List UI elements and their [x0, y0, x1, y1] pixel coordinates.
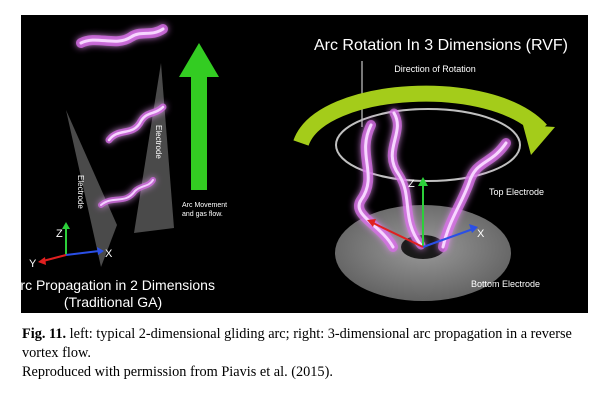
caption-text: Fig. 11. left: typical 2-dimensional gli… [22, 325, 597, 363]
svg-text:Electrode: Electrode [76, 175, 85, 209]
electrode-label-left: Electrode [76, 175, 85, 209]
electrode-label-right: Electrode [154, 125, 163, 159]
left-axis-y: Y [29, 258, 37, 270]
arc-flow-arrow [179, 43, 219, 190]
left-title-line1: Arc Propagation in 2 Dimensions [21, 277, 215, 293]
top-electrode-label: Top Electrode [489, 187, 544, 197]
right-axis-z: Z [408, 178, 415, 190]
left-axis-x: X [105, 248, 113, 260]
right-title: Arc Rotation In 3 Dimensions (RVF) [314, 37, 568, 54]
rotation-arrow [293, 85, 547, 147]
right-electrode [134, 63, 174, 233]
caption-credit: Reproduced with permission from Piavis e… [22, 364, 333, 380]
arc-note-line2: and gas flow. [182, 211, 223, 218]
right-axis-x: X [477, 228, 485, 240]
caption-label: Fig. 11. [22, 326, 67, 342]
arc-note-line1: Arc Movement [182, 202, 227, 209]
bottom-electrode-label: Bottom Electrode [471, 279, 540, 289]
left-axis-z: Z [56, 228, 63, 240]
caption-body: left: typical 2-dimensional gliding arc;… [22, 326, 572, 361]
figure-image: Electrode Electrode Arc Movement and gas… [21, 15, 588, 313]
rotation-label: Direction of Rotation [394, 64, 476, 74]
left-electrode [66, 110, 117, 267]
figure-caption: Fig. 11. left: typical 2-dimensional gli… [22, 325, 597, 382]
left-title-line2: (Traditional GA) [64, 294, 162, 310]
svg-text:Electrode: Electrode [154, 125, 163, 159]
